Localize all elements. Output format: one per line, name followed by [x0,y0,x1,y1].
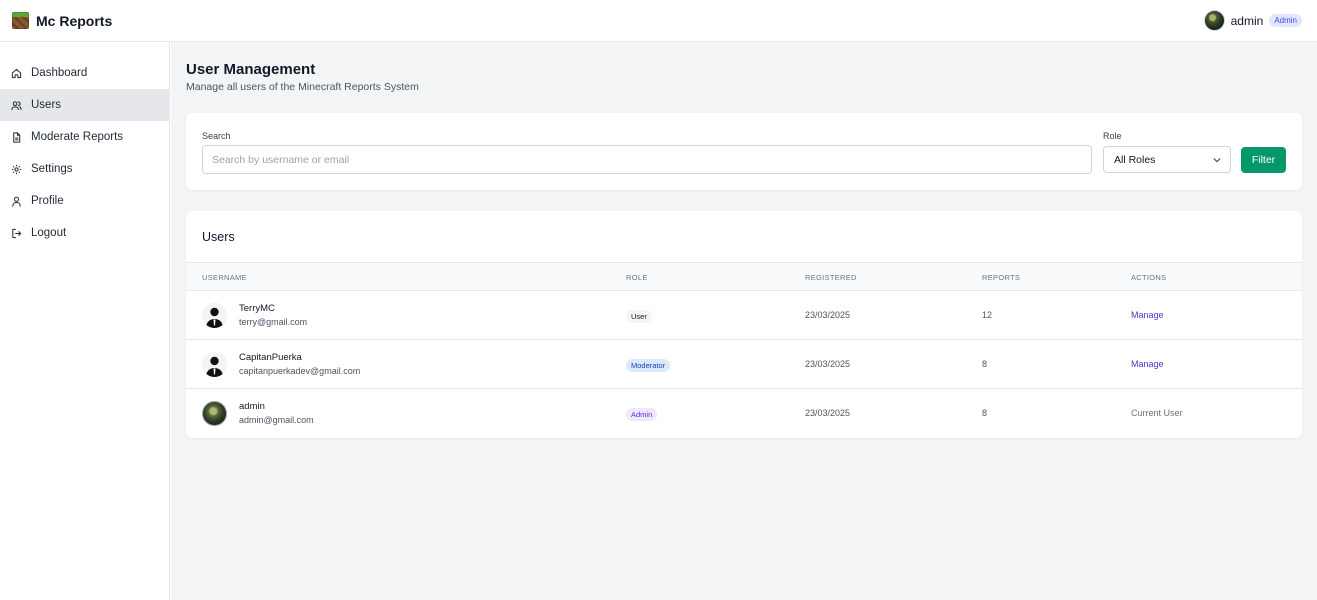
sidebar-item-label: Profile [31,195,64,207]
column-header-role: ROLE [626,273,648,282]
avatar [202,352,227,377]
user-email: terry@gmail.com [239,317,308,327]
sidebar-item-label: Moderate Reports [31,131,124,143]
avatar [202,303,227,328]
user-email: admin@gmail.com [239,415,314,425]
table-row: admin admin@gmail.com Admin 23/03/2025 8… [186,389,1302,438]
sidebar-item-logout[interactable]: Logout [0,217,169,249]
sidebar-item-label: Settings [31,163,73,175]
sidebar-item-dashboard[interactable]: Dashboard [0,57,169,89]
table-row: TerryMC terry@gmail.com User 23/03/2025 … [186,291,1302,340]
document-icon [11,131,22,143]
username: admin [239,401,265,412]
page-title: User Management [186,61,316,78]
role-badge-header: Admin [1269,14,1302,27]
sidebar-item-label: Logout [31,227,67,239]
users-card-title: Users [186,211,1302,263]
logout-icon [11,228,22,239]
role-badge: Admin [626,408,658,421]
username: TerryMC [239,303,275,314]
sidebar-item-users[interactable]: Users [0,89,169,121]
filter-button[interactable]: Filter [1241,147,1286,173]
user-menu[interactable]: admin Admin [1203,10,1302,31]
column-header-registered: REGISTERED [805,273,857,282]
search-label: Search [202,131,231,141]
header-username: admin [1230,13,1264,28]
main-content: User Management Manage all users of the … [171,42,1317,600]
reports-count: 8 [982,408,988,418]
search-input[interactable] [202,145,1092,174]
brand[interactable]: Mc Reports [12,12,112,29]
filter-card: Search Role All Roles Filter [186,113,1302,190]
sidebar-item-label: Users [31,99,62,111]
table-header: USERNAME ROLE REGISTERED REPORTS ACTIONS [186,263,1302,291]
gear-icon [11,164,22,175]
reports-count: 8 [982,359,988,369]
column-header-username: USERNAME [202,273,247,282]
avatar [202,401,227,426]
username: CapitanPuerka [239,352,302,363]
current-user-label: Current User [1131,408,1183,418]
role-label: Role [1103,131,1122,141]
registered-date: 23/03/2025 [805,359,851,369]
table-row: CapitanPuerka capitanpuerkadev@gmail.com… [186,340,1302,389]
manage-link[interactable]: Manage [1131,310,1164,320]
sidebar: Dashboard Users Moderate Reports Setting… [0,42,170,600]
sidebar-item-moderate-reports[interactable]: Moderate Reports [0,121,169,153]
sidebar-item-profile[interactable]: Profile [0,185,169,217]
user-email: capitanpuerkadev@gmail.com [239,366,361,376]
grass-block-logo-icon [12,12,29,29]
sidebar-item-label: Dashboard [31,67,88,79]
user-icon [11,196,22,207]
users-card: Users USERNAME ROLE REGISTERED REPORTS A… [186,211,1302,438]
sidebar-item-settings[interactable]: Settings [0,153,169,185]
registered-date: 23/03/2025 [805,408,851,418]
users-icon [11,100,22,111]
column-header-reports: REPORTS [982,273,1021,282]
role-badge: User [626,310,652,323]
role-select-value: All Roles [1114,153,1156,166]
registered-date: 23/03/2025 [805,310,851,320]
home-icon [11,68,22,79]
page-subtitle: Manage all users of the Minecraft Report… [186,81,419,93]
role-select[interactable]: All Roles [1103,146,1231,173]
chevron-down-icon [1212,155,1222,165]
avatar [1203,10,1225,31]
column-header-actions: ACTIONS [1131,273,1167,282]
top-header: Mc Reports admin Admin [0,0,1317,42]
brand-title: Mc Reports [36,12,113,29]
manage-link[interactable]: Manage [1131,359,1164,369]
role-badge: Moderator [626,359,671,372]
reports-count: 12 [982,310,993,320]
